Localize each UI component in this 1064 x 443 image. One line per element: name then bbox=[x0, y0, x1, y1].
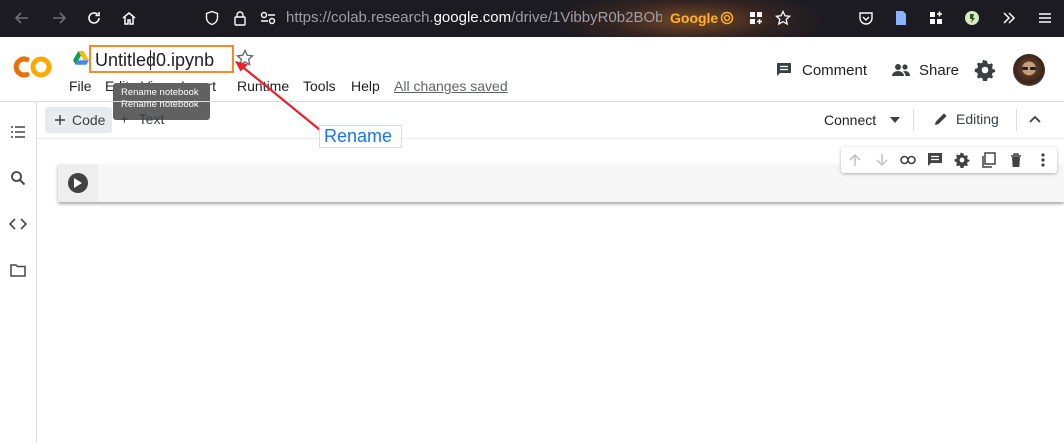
browser-toolbar: https://colab.research.google.com/drive/… bbox=[0, 0, 1064, 37]
plus-icon: + bbox=[120, 111, 129, 128]
pocket-icon[interactable] bbox=[856, 8, 876, 28]
editing-mode-button[interactable]: Editing bbox=[933, 111, 999, 127]
url-path: /drive/1VibbyR0b2BOb bbox=[511, 9, 662, 26]
url-prefix: https://colab.research. bbox=[286, 9, 434, 26]
mirror-cell-icon[interactable] bbox=[980, 151, 998, 169]
search-engine-label[interactable]: Google bbox=[670, 10, 718, 26]
editing-label: Editing bbox=[956, 111, 999, 127]
shield-icon[interactable] bbox=[202, 8, 222, 28]
text-label: Text bbox=[138, 111, 165, 127]
share-label: Share bbox=[919, 61, 960, 79]
permissions-icon[interactable] bbox=[258, 8, 278, 28]
save-status-link[interactable]: All changes saved bbox=[394, 78, 508, 94]
comment-label: Comment bbox=[802, 61, 868, 79]
table-of-contents-icon[interactable] bbox=[9, 123, 27, 141]
chevron-up-icon[interactable] bbox=[1028, 112, 1042, 131]
notebook-title-text: Untitled0.ipynb bbox=[95, 50, 215, 70]
code-snippets-icon[interactable] bbox=[9, 215, 27, 233]
move-up-icon[interactable] bbox=[846, 151, 864, 169]
colab-logo[interactable] bbox=[12, 54, 54, 85]
url-field[interactable]: https://colab.research.google.com/drive/… bbox=[286, 9, 662, 26]
settings-gear-icon[interactable] bbox=[974, 59, 996, 86]
share-button[interactable]: Share bbox=[891, 60, 959, 80]
search-icon[interactable] bbox=[9, 169, 27, 187]
toolbar-separator bbox=[913, 109, 914, 131]
pencil-icon bbox=[935, 113, 947, 125]
menu-file[interactable]: File bbox=[69, 78, 92, 94]
extensions-grid-icon[interactable] bbox=[746, 8, 766, 28]
code-label: Code bbox=[72, 112, 106, 128]
left-sidebar bbox=[0, 102, 37, 443]
tooltip-line: Rename notebook bbox=[121, 87, 199, 98]
cell-settings-gear-icon[interactable] bbox=[953, 151, 971, 169]
toolbar-divider bbox=[37, 138, 1064, 139]
text-caret bbox=[150, 50, 151, 70]
document-icon[interactable] bbox=[891, 8, 911, 28]
move-down-icon[interactable] bbox=[873, 151, 891, 169]
bookmark-star-icon[interactable] bbox=[773, 8, 793, 28]
link-icon[interactable] bbox=[899, 151, 917, 169]
browser-menu-icon[interactable] bbox=[1035, 8, 1055, 28]
rename-annotation-label: Rename bbox=[319, 125, 402, 148]
notebook-title-input[interactable]: Untitled0.ipynb bbox=[89, 45, 234, 73]
delete-trash-icon[interactable] bbox=[1007, 151, 1025, 169]
cell-toolbar bbox=[841, 147, 1057, 173]
toolbar-separator bbox=[1016, 109, 1017, 131]
home-icon[interactable] bbox=[119, 8, 139, 28]
more-vert-icon[interactable] bbox=[1034, 151, 1052, 169]
people-icon bbox=[892, 64, 910, 76]
url-host: google.com bbox=[433, 9, 512, 26]
spiral-icon[interactable] bbox=[717, 8, 737, 28]
menu-help[interactable]: Help bbox=[351, 78, 380, 94]
play-icon bbox=[74, 178, 82, 188]
avatar-eye bbox=[1030, 67, 1036, 70]
addon-grid-icon[interactable] bbox=[926, 8, 946, 28]
user-avatar[interactable] bbox=[1013, 54, 1045, 86]
add-text-cell-button[interactable]: + Text bbox=[120, 111, 164, 128]
add-code-cell-button[interactable]: Code bbox=[45, 107, 112, 133]
comment-icon bbox=[777, 63, 791, 76]
overflow-chevron-icon[interactable] bbox=[999, 8, 1019, 28]
chevron-down-icon bbox=[890, 117, 901, 123]
reload-icon[interactable] bbox=[84, 8, 104, 28]
avatar-eye bbox=[1022, 67, 1028, 70]
connect-button[interactable]: Connect bbox=[824, 112, 901, 128]
run-cell-button[interactable] bbox=[68, 173, 88, 193]
back-icon[interactable] bbox=[12, 8, 32, 28]
folder-icon[interactable] bbox=[9, 261, 27, 279]
comment-button[interactable]: Comment bbox=[775, 60, 867, 80]
annotation-arrow bbox=[235, 61, 321, 131]
comment-icon[interactable] bbox=[926, 151, 944, 169]
header-divider bbox=[0, 101, 1064, 102]
cell-gutter bbox=[58, 164, 98, 202]
lock-icon[interactable] bbox=[230, 8, 250, 28]
plus-icon bbox=[55, 115, 65, 125]
extension-circle-icon[interactable] bbox=[962, 8, 982, 28]
drive-icon[interactable] bbox=[73, 51, 89, 70]
forward-icon[interactable] bbox=[49, 8, 69, 28]
connect-label: Connect bbox=[824, 112, 877, 128]
